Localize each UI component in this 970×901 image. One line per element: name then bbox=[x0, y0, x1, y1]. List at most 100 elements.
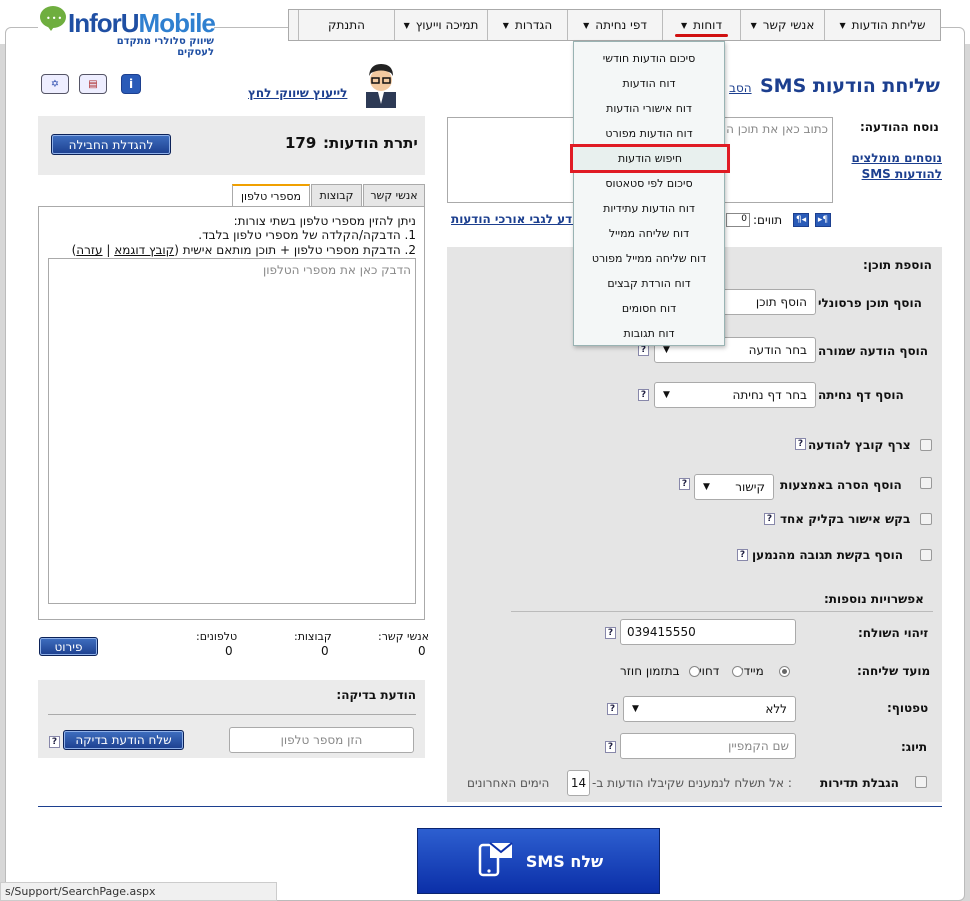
help-icon[interactable]: ? bbox=[49, 736, 60, 748]
nav-landing-pages[interactable]: דפי נחיתה ▼ bbox=[567, 10, 662, 40]
reports-menu-item[interactable]: סיכום לפי סטאטוס bbox=[574, 171, 724, 196]
count-groups-value: 0 bbox=[321, 644, 329, 658]
reports-menu-item[interactable]: דוח תגובות bbox=[574, 321, 724, 346]
test-phone-input[interactable]: הזן מספר טלפון bbox=[229, 727, 414, 753]
count-phones-label: טלפונים: bbox=[196, 630, 238, 643]
unsubscribe-value: קישור bbox=[735, 480, 765, 494]
one-click-checkbox[interactable] bbox=[920, 513, 932, 525]
sender-id-input[interactable]: 039415550 bbox=[620, 619, 796, 645]
phones-textarea[interactable]: הדבק כאן את מספרי הטלפון bbox=[48, 258, 416, 604]
title-link-partial[interactable]: הסב bbox=[729, 81, 752, 95]
help-icon[interactable]: ? bbox=[607, 703, 618, 715]
recommended-texts-link[interactable]: נוסחים מומלצים להודעות SMS bbox=[842, 150, 943, 182]
consult-link[interactable]: לייעוץ שיווקי לחץ bbox=[248, 86, 347, 100]
nav-label: התנתק bbox=[328, 18, 365, 32]
reports-menu-item[interactable]: סיכום הודעות חודשי bbox=[574, 46, 724, 71]
personal-content-label: הוסף תוכן פרסונלי bbox=[818, 296, 922, 310]
message-length-info-link[interactable]: מידע לגבי אורכי הודעות bbox=[451, 212, 584, 226]
count-groups-label: קבוצות: bbox=[294, 630, 332, 643]
reports-menu-item[interactable]: דוח הורדת קבצים bbox=[574, 271, 724, 296]
reports-menu-item[interactable]: דוח שליחה ממייל bbox=[574, 221, 724, 246]
reports-menu-item[interactable]: דוח הודעות bbox=[574, 71, 724, 96]
reports-dropdown: סיכום הודעות חודשי דוח הודעות דוח אישורי ה… bbox=[570, 41, 730, 346]
frequency-limit-checkbox[interactable] bbox=[915, 776, 927, 788]
help-link[interactable]: עזרה bbox=[76, 243, 102, 257]
reply-request-checkbox[interactable] bbox=[920, 549, 932, 561]
send-later-radio[interactable] bbox=[732, 666, 743, 677]
balance-value: 179 bbox=[285, 134, 317, 152]
nav-logout[interactable]: התנתק bbox=[298, 10, 394, 40]
count-contacts-value: 0 bbox=[418, 644, 426, 658]
personal-content-select[interactable]: הוסף תוכן bbox=[720, 289, 816, 315]
attach-file-label: צרף קובץ להודעה bbox=[808, 438, 911, 452]
nav-label: דפי נחיתה bbox=[595, 18, 647, 32]
count-phones-value: 0 bbox=[225, 644, 233, 658]
options-title: אפשרויות נוספות: bbox=[824, 592, 924, 606]
caret-down-icon: ▼ bbox=[681, 20, 688, 30]
drip-select[interactable]: ללא ▼ bbox=[623, 696, 796, 722]
bottom-divider bbox=[38, 806, 942, 807]
nav-reports[interactable]: דוחות ▼ bbox=[662, 10, 740, 40]
balance-label: יתרת הודעות: bbox=[323, 134, 418, 152]
reports-menu-item[interactable]: דוח הודעות מפורט bbox=[574, 121, 724, 146]
saved-message-label: הוסף הודעה שמורה bbox=[818, 344, 928, 358]
send-test-button[interactable]: שלח הודעת בדיקה bbox=[63, 730, 184, 750]
help-icon[interactable]: ? bbox=[737, 549, 748, 561]
instructions-line3-text: 2. הדבקת מספרי טלפון + תוכן מותאם אישית bbox=[182, 243, 416, 257]
dropdown-arrow-icon: ▼ bbox=[663, 345, 670, 355]
unsubscribe-select[interactable]: קישור ▼ bbox=[694, 474, 774, 500]
reports-menu-item[interactable]: דוח שליחה ממייל מפורט bbox=[574, 246, 724, 271]
rtl-direction-icon[interactable]: ▸¶ bbox=[815, 213, 831, 227]
send-later-label: דחוי bbox=[699, 664, 720, 678]
status-bar-url: s/Support/SearchPage.aspx bbox=[0, 882, 277, 901]
help-icon[interactable]: ? bbox=[764, 513, 775, 525]
logo[interactable]: ••• InforUMobile שיווק סלולרי מתקדם לעסק… bbox=[38, 4, 216, 68]
help-icon[interactable]: ? bbox=[679, 478, 690, 490]
reports-menu-item[interactable]: דוח חסומים bbox=[574, 296, 724, 321]
help-icon[interactable]: ? bbox=[605, 627, 616, 639]
israel-flag-icon[interactable]: ✡ bbox=[41, 74, 69, 94]
page-title: שליחת הודעות SMS bbox=[760, 75, 940, 97]
reports-menu-item[interactable]: דוח אישורי הודעות bbox=[574, 96, 724, 121]
breakdown-button[interactable]: פירוט bbox=[39, 637, 98, 656]
campaign-tag-input[interactable]: שם הקמפיין bbox=[620, 733, 796, 759]
caret-down-icon: ▼ bbox=[839, 20, 846, 30]
unsubscribe-checkbox[interactable] bbox=[920, 477, 932, 489]
attach-file-checkbox[interactable] bbox=[920, 439, 932, 451]
send-recurring-radio[interactable] bbox=[689, 666, 700, 677]
test-message-title: הודעת בדיקה: bbox=[336, 688, 416, 702]
nav-contacts[interactable]: אנשי קשר ▼ bbox=[740, 10, 824, 40]
tab-groups[interactable]: קבוצות bbox=[311, 184, 362, 206]
help-icon[interactable]: ? bbox=[795, 438, 806, 450]
nav-settings[interactable]: הגדרות ▼ bbox=[487, 10, 567, 40]
chat-bubble-icon: ••• bbox=[40, 6, 66, 31]
nav-support[interactable]: תמיכה וייעוץ ▼ bbox=[394, 10, 487, 40]
chars-value: 0 bbox=[726, 213, 750, 227]
frequency-limit-label: הגבלת תדירות bbox=[820, 776, 899, 790]
caret-down-icon: ▼ bbox=[403, 20, 410, 30]
frequency-days-suffix: הימים האחרונים bbox=[467, 776, 550, 790]
usa-flag-icon[interactable]: ▤ bbox=[79, 74, 107, 94]
enlarge-package-button[interactable]: להגדלת החבילה bbox=[51, 134, 171, 155]
caret-down-icon: ▼ bbox=[583, 20, 590, 30]
dropdown-arrow-icon: ▼ bbox=[663, 390, 670, 400]
example-file-link[interactable]: קובץ דוגמא bbox=[114, 243, 174, 257]
help-icon[interactable]: ? bbox=[605, 741, 616, 753]
send-sms-button[interactable]: שלח SMS bbox=[417, 828, 660, 894]
ltr-direction-icon[interactable]: ¶◂ bbox=[793, 213, 809, 227]
help-icon[interactable]: ? bbox=[638, 389, 649, 401]
tab-contacts[interactable]: אנשי קשר bbox=[363, 184, 425, 206]
frequency-days-input[interactable]: 14 bbox=[567, 770, 590, 796]
reply-request-label: הוסף בקשת תגובה מהנמען bbox=[752, 548, 904, 562]
nav-send-messages[interactable]: שליחת הודעות ▼ bbox=[824, 10, 940, 40]
content-title: הוספת תוכן: bbox=[863, 258, 932, 272]
nav-label: אנשי קשר bbox=[762, 18, 815, 32]
tab-phone-numbers[interactable]: מספרי טלפון bbox=[232, 184, 310, 207]
consultant-avatar bbox=[356, 58, 406, 108]
reports-menu-item[interactable]: חיפוש הודעות bbox=[570, 144, 730, 173]
tag-label: תיוג: bbox=[901, 740, 928, 754]
landing-page-select[interactable]: בחר דף נחיתה ▼ bbox=[654, 382, 816, 408]
send-now-radio[interactable] bbox=[779, 666, 790, 677]
reports-menu-item[interactable]: דוח הודעות עתידיות bbox=[574, 196, 724, 221]
info-icon[interactable]: i bbox=[121, 74, 141, 94]
